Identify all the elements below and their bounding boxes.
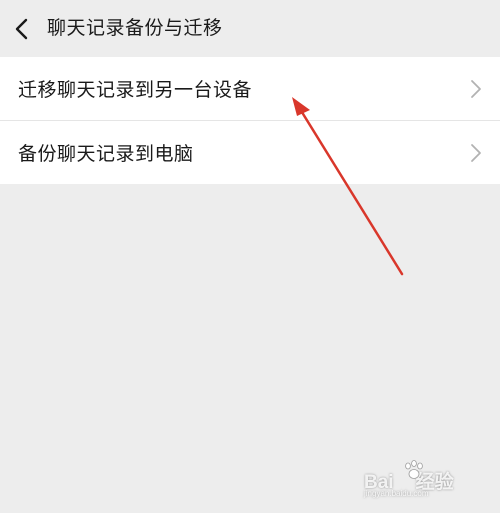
chevron-right-icon	[471, 143, 481, 162]
page-title: 聊天记录备份与迁移	[47, 17, 223, 39]
watermark-sub: jingyan.baidu.com	[364, 489, 429, 498]
chevron-left-icon[interactable]	[12, 17, 32, 41]
list-item-migrate-to-device[interactable]: 迁移聊天记录到另一台设备	[0, 57, 500, 120]
watermark-logo: Bai 经验 jingyan.baidu.com	[364, 455, 484, 499]
list-item-label: 迁移聊天记录到另一台设备	[18, 79, 253, 101]
list-item-backup-to-computer[interactable]: 备份聊天记录到电脑	[0, 120, 500, 184]
options-list: 迁移聊天记录到另一台设备 备份聊天记录到电脑	[0, 57, 500, 184]
list-item-label: 备份聊天记录到电脑	[18, 143, 194, 165]
paw-icon	[405, 460, 423, 479]
chevron-right-icon	[471, 79, 481, 98]
top-bar: 聊天记录备份与迁移	[0, 0, 500, 57]
